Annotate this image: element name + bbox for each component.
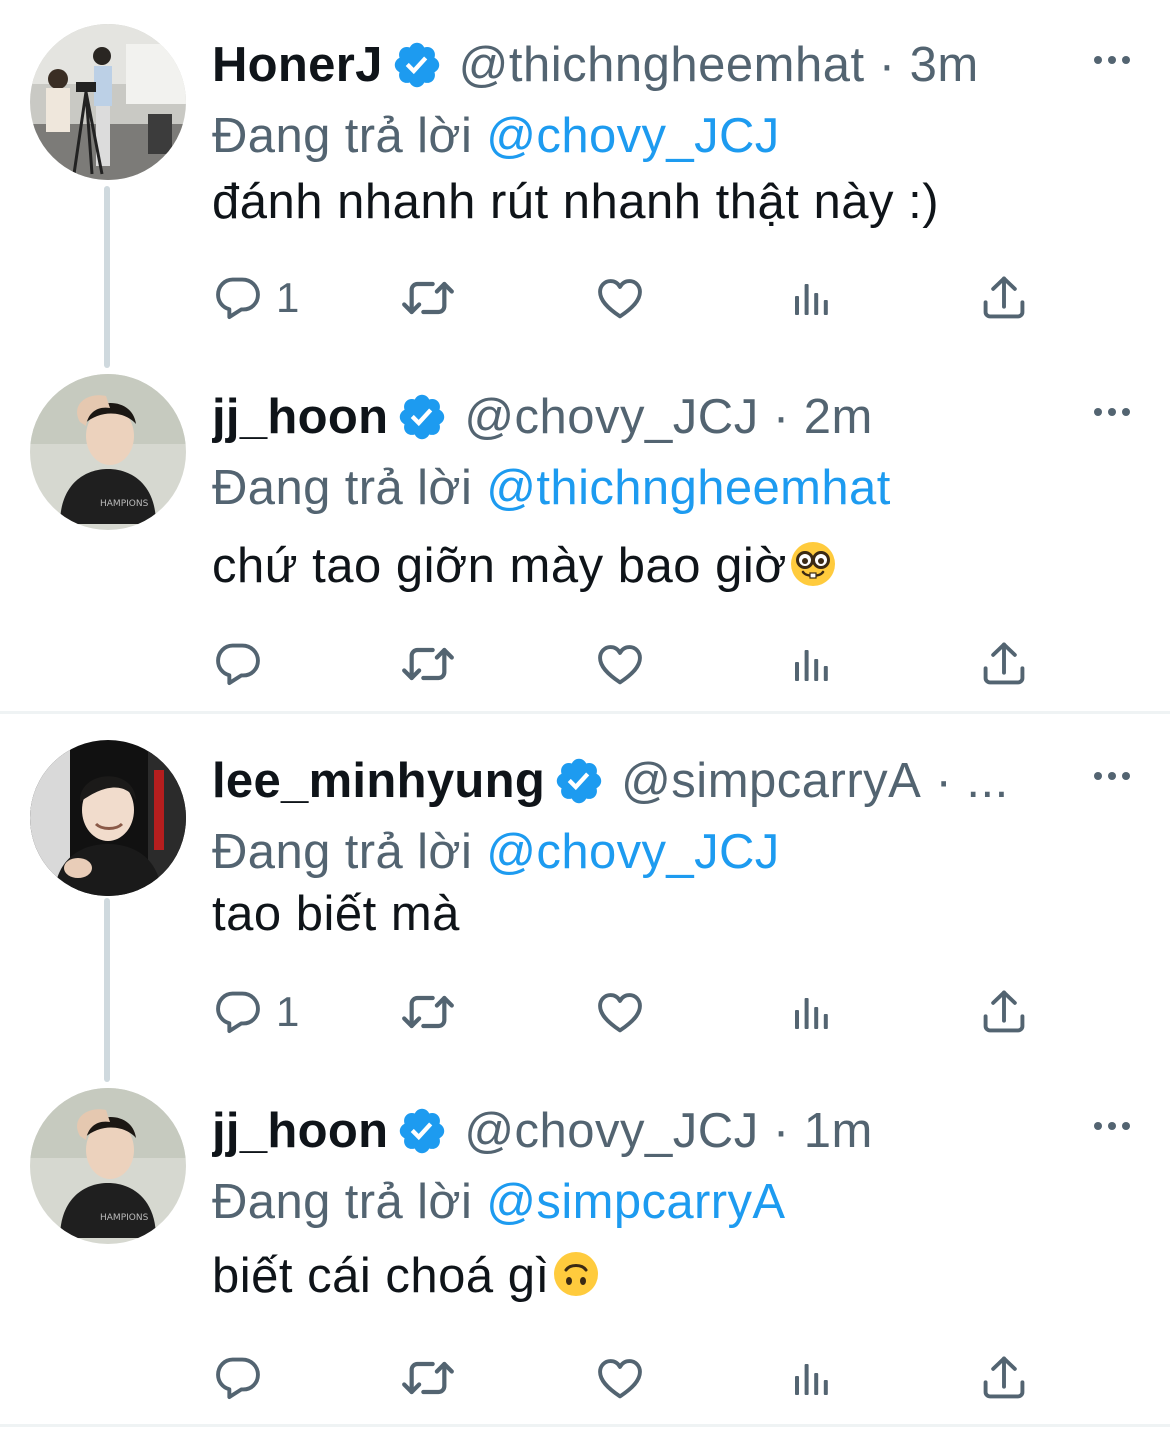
mention-link[interactable]: @simpcarryA	[486, 1175, 785, 1229]
divider	[0, 1424, 1170, 1427]
retweet-button[interactable]	[400, 636, 456, 692]
reply-icon	[212, 986, 264, 1038]
more-options-icon[interactable]	[1094, 772, 1130, 780]
like-button[interactable]	[594, 984, 646, 1040]
tweet-header: lee_minhyung @simpcarryA · ...	[212, 746, 1060, 816]
avatar[interactable]: HAMPIONS	[30, 1088, 186, 1244]
heart-icon	[594, 986, 646, 1038]
avatar[interactable]	[30, 24, 186, 180]
avatar[interactable]: HAMPIONS	[30, 374, 186, 530]
retweet-icon	[400, 1350, 456, 1406]
mention-link[interactable]: @chovy_JCJ	[486, 825, 779, 879]
tweet-text: chứ tao giỡn mày bao giờ	[212, 538, 837, 600]
views-icon	[788, 1354, 836, 1402]
retweet-button[interactable]	[400, 1350, 456, 1406]
tweet[interactable]: HAMPIONS jj_hoon @chovy_JCJ · 2m Đang tr…	[0, 372, 1170, 712]
reply-icon	[212, 272, 264, 324]
reply-button[interactable]	[212, 636, 276, 692]
replying-to: Đang trả lời @chovy_JCJ	[212, 109, 780, 163]
user-handle[interactable]: @thichngheemhat	[459, 37, 865, 93]
views-button[interactable]	[788, 984, 836, 1040]
verified-badge-icon	[396, 391, 448, 443]
reply-button[interactable]: 1	[212, 270, 299, 326]
upside-down-face-emoji	[552, 1250, 600, 1310]
share-button[interactable]	[978, 1350, 1030, 1406]
more-options-icon[interactable]	[1094, 408, 1130, 416]
retweet-icon	[400, 984, 456, 1040]
tweet-header: jj_hoon @chovy_JCJ · 2m	[212, 382, 1060, 452]
display-name[interactable]: HonerJ	[212, 37, 383, 93]
share-icon	[978, 272, 1030, 324]
mention-link[interactable]: @thichngheemhat	[486, 461, 890, 515]
mention-link[interactable]: @chovy_JCJ	[486, 109, 779, 163]
tweet-header: jj_hoon @chovy_JCJ · 1m	[212, 1096, 1060, 1166]
views-icon	[788, 988, 836, 1036]
action-bar: 1	[212, 270, 1042, 326]
heart-icon	[594, 638, 646, 690]
retweet-button[interactable]	[400, 984, 456, 1040]
reply-count: 1	[276, 274, 300, 321]
more-options-icon[interactable]	[1094, 1122, 1130, 1130]
heart-icon	[594, 272, 646, 324]
svg-text:HAMPIONS: HAMPIONS	[100, 499, 149, 509]
share-icon	[978, 638, 1030, 690]
share-button[interactable]	[978, 270, 1030, 326]
verified-badge-icon	[391, 39, 443, 91]
replying-to: Đang trả lời @thichngheemhat	[212, 461, 891, 515]
avatar[interactable]	[30, 740, 186, 896]
timestamp: · 3m	[878, 38, 979, 92]
action-bar: 1	[212, 984, 1042, 1040]
timestamp: · ...	[935, 754, 1009, 808]
views-button[interactable]	[788, 270, 836, 326]
tweet[interactable]: HonerJ @thichngheemhat · 3m Đang trả lời…	[0, 20, 1170, 350]
user-handle[interactable]: @chovy_JCJ	[464, 1103, 758, 1159]
verified-badge-icon	[553, 755, 605, 807]
reply-count: 1	[276, 988, 300, 1035]
reply-button[interactable]	[212, 1350, 276, 1406]
retweet-icon	[400, 270, 456, 326]
like-button[interactable]	[594, 636, 646, 692]
views-icon	[788, 274, 836, 322]
tweet-text: tao biết mà	[212, 887, 460, 941]
more-options-icon[interactable]	[1094, 56, 1130, 64]
views-icon	[788, 640, 836, 688]
replying-to: Đang trả lời @simpcarryA	[212, 1175, 786, 1229]
user-handle[interactable]: @simpcarryA	[621, 753, 921, 809]
retweet-button[interactable]	[400, 270, 456, 326]
svg-text:HAMPIONS: HAMPIONS	[100, 1213, 149, 1223]
user-handle[interactable]: @chovy_JCJ	[464, 389, 758, 445]
tweet-text: biết cái choá gì	[212, 1248, 600, 1310]
views-button[interactable]	[788, 1350, 836, 1406]
share-icon	[978, 986, 1030, 1038]
tweet[interactable]: lee_minhyung @simpcarryA · ... Đang trả …	[0, 736, 1170, 1066]
tweet-text: đánh nhanh rút nhanh thật này :)	[212, 175, 940, 229]
like-button[interactable]	[594, 1350, 646, 1406]
display-name[interactable]: jj_hoon	[212, 389, 388, 445]
reply-button[interactable]: 1	[212, 984, 299, 1040]
like-button[interactable]	[594, 270, 646, 326]
display-name[interactable]: lee_minhyung	[212, 753, 545, 809]
share-button[interactable]	[978, 984, 1030, 1040]
timestamp: · 1m	[772, 1104, 873, 1158]
nerd-face-emoji	[789, 540, 837, 600]
divider	[0, 711, 1170, 714]
tweet-header: HonerJ @thichngheemhat · 3m	[212, 30, 1060, 100]
verified-badge-icon	[396, 1105, 448, 1157]
views-button[interactable]	[788, 636, 836, 692]
action-bar	[212, 1350, 1042, 1406]
display-name[interactable]: jj_hoon	[212, 1103, 388, 1159]
reply-icon	[212, 1352, 264, 1404]
reply-icon	[212, 638, 264, 690]
timestamp: · 2m	[772, 390, 873, 444]
tweet[interactable]: HAMPIONS jj_hoon @chovy_JCJ · 1m Đang tr…	[0, 1086, 1170, 1426]
share-icon	[978, 1352, 1030, 1404]
heart-icon	[594, 1352, 646, 1404]
share-button[interactable]	[978, 636, 1030, 692]
replying-to: Đang trả lời @chovy_JCJ	[212, 825, 780, 879]
action-bar	[212, 636, 1042, 692]
retweet-icon	[400, 636, 456, 692]
